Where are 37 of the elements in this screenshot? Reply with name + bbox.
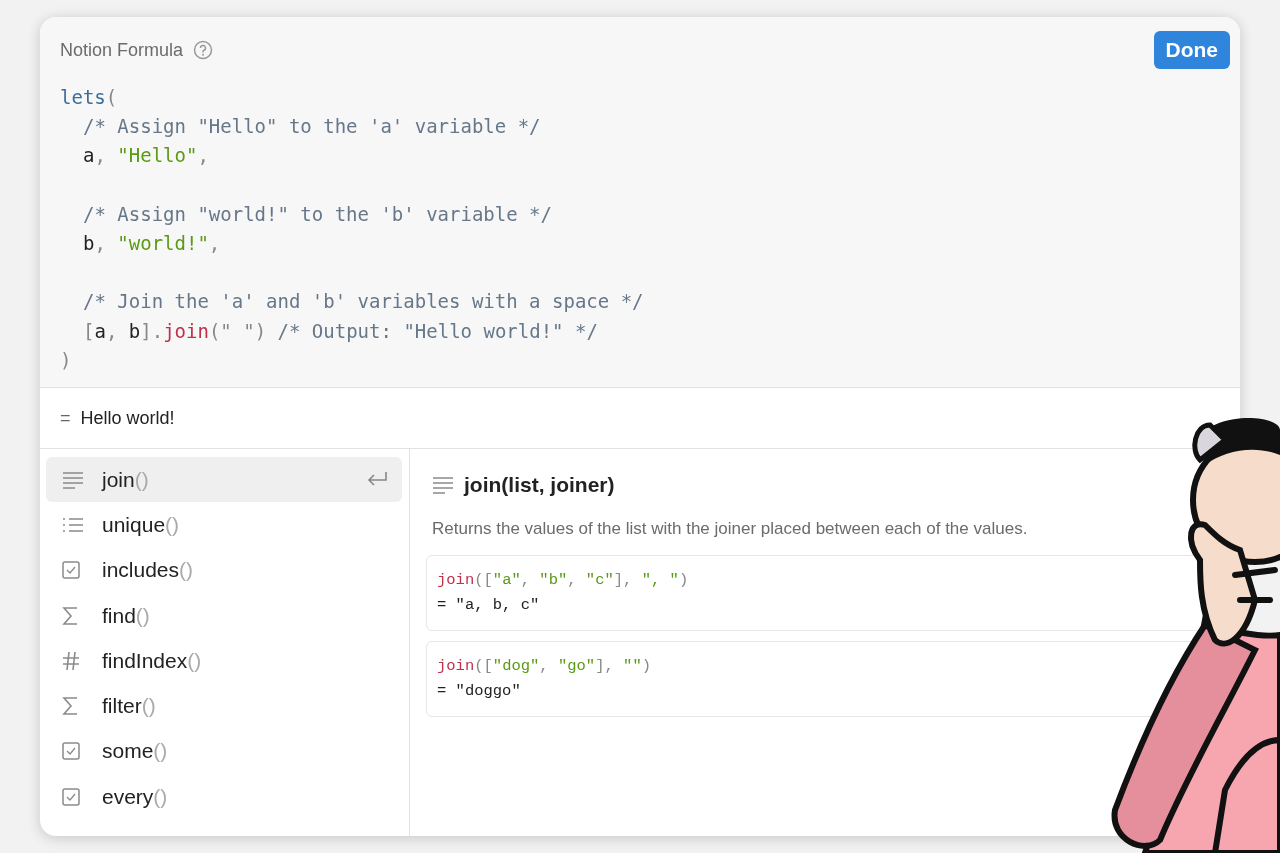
equals-sign: = <box>60 407 71 429</box>
function-item[interactable]: unique() <box>46 502 402 548</box>
bullet-list-icon <box>62 516 84 533</box>
example-result: = "a, b, c" <box>437 595 540 616</box>
function-item[interactable]: every() <box>46 774 402 820</box>
hash-icon <box>62 650 80 671</box>
checkbox-icon <box>62 787 80 806</box>
code-line: /* Assign "Hello" to the 'a' variable */ <box>82 115 541 138</box>
function-item[interactable]: filter() <box>46 683 402 729</box>
dialog-title: Notion Formula <box>60 39 184 61</box>
code-line: /* Join the 'a' and 'b' variables with a space */ <box>82 290 644 313</box>
sigma-icon <box>62 696 78 717</box>
example-code: join(["a", "b", "c"], ", ") <box>437 570 689 591</box>
checkbox-icon <box>62 561 80 580</box>
checkbox-icon <box>62 742 80 761</box>
code-line: a, "Hello", <box>82 144 209 167</box>
code-line: [a, b].join(" ") /* Output: "Hello world!" */ <box>82 319 598 342</box>
function-item[interactable]: find() <box>46 592 402 639</box>
function-item[interactable]: join() <box>46 457 402 503</box>
function-item[interactable]: includes() <box>46 547 402 593</box>
text-lines-icon <box>62 470 84 489</box>
code-line: /* Assign "world!" to the 'b' variable */ <box>82 202 552 225</box>
help-icon[interactable] <box>193 40 214 60</box>
code-line: lets( <box>60 86 118 108</box>
formula-editor[interactable] <box>40 17 1240 388</box>
done-button[interactable]: Done <box>1153 31 1230 69</box>
code-line: ) <box>60 348 72 371</box>
example-code: join(["dog", "go"], "") <box>437 656 651 677</box>
text-lines-icon <box>432 476 454 494</box>
function-description: Returns the values of the list with the joiner placed between each of the values. <box>432 519 1029 539</box>
formula-result: Hello world! <box>80 407 175 429</box>
example-result: = "doggo" <box>437 681 521 702</box>
function-signature: join(list, joiner) <box>464 473 615 497</box>
code-line: b, "world!", <box>82 231 221 254</box>
sigma-icon <box>62 605 78 626</box>
function-item[interactable]: findIndex() <box>46 638 402 684</box>
function-item[interactable]: some() <box>46 728 402 775</box>
